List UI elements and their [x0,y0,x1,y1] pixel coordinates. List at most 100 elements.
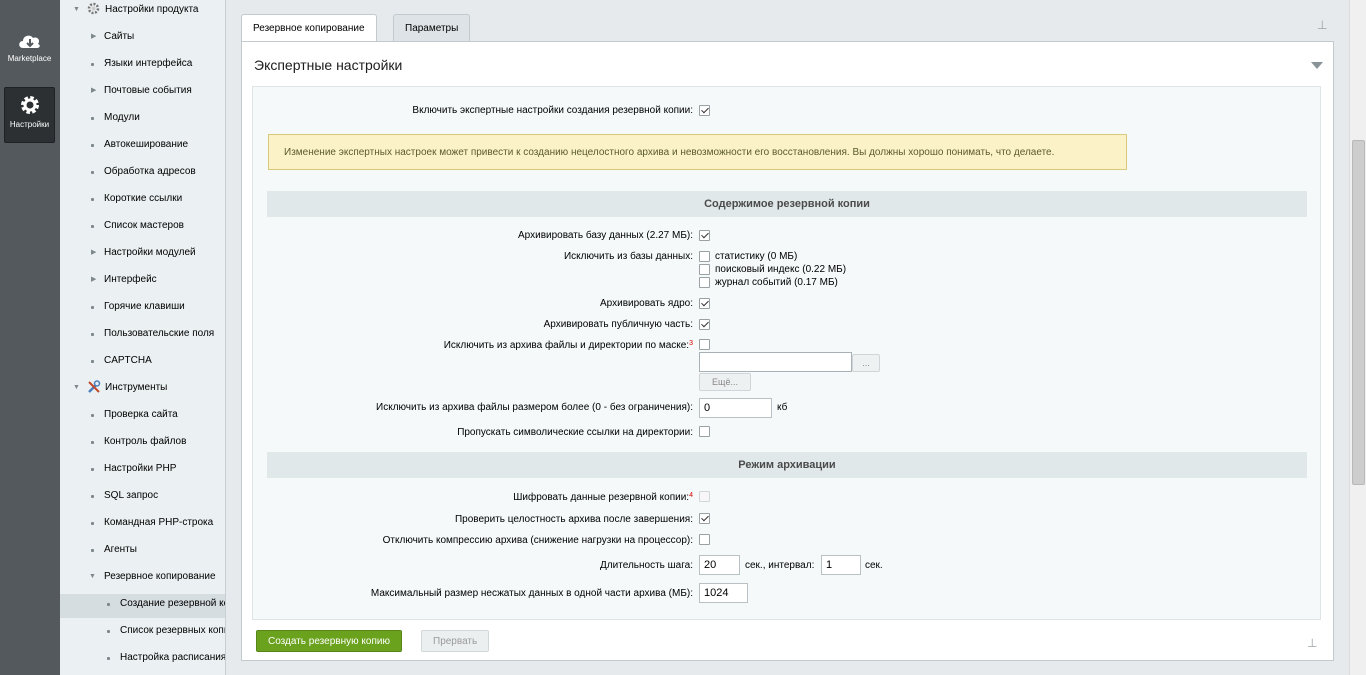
menu-item-module-settings[interactable]: ▶ Настройки модулей [60,243,225,270]
exclude-size-unit: кб [777,402,788,413]
menu-item-label: SQL запрос [104,490,159,501]
menu-item-sql-query[interactable]: SQL запрос [60,486,225,513]
bullet-icon [91,306,94,309]
menu-item-product-settings[interactable]: ▼ Настройки продукта [60,0,225,27]
archive-db-checkbox[interactable] [699,230,710,241]
browse-button[interactable]: ... [852,354,880,372]
menu-item-site-check[interactable]: Проверка сайта [60,405,225,432]
skip-symlinks-checkbox[interactable] [699,426,710,437]
max-size-input[interactable]: 1024 [699,583,748,603]
exclude-size-label: Исключить из архива файлы размером более… [376,402,693,413]
menu-item-label: Проверка сайта [104,409,178,420]
menu-item-label: Агенты [104,544,137,555]
chevron-right-icon: ▶ [91,276,97,283]
archive-core-checkbox[interactable] [699,298,710,309]
exclude-mask-checkbox[interactable] [699,339,710,350]
encrypt-checkbox[interactable] [699,491,710,502]
chevron-right-icon: ▶ [91,87,97,94]
interval-label: сек., интервал: [745,560,815,571]
menu-item-label: Горячие клавиши [104,301,185,312]
section-header-content: Содержимое резервной копии [267,191,1307,217]
bullet-icon [91,225,94,228]
chevron-down-icon: ▼ [89,573,96,580]
menu-item-wizards[interactable]: Список мастеров [60,216,225,243]
menu-item-captcha[interactable]: CAPTCHA [60,351,225,378]
pin-icon[interactable]: ⊥ [1307,636,1317,650]
exclude-log-checkbox[interactable] [699,277,710,288]
more-button[interactable]: Ещё... [699,373,751,391]
disable-compress-checkbox[interactable] [699,534,710,545]
chevron-right-icon: ▶ [91,33,97,40]
section-header-mode: Режим архивации [267,452,1307,478]
menu-item-php-console[interactable]: Командная PHP-строка [60,513,225,540]
check-integrity-checkbox[interactable] [699,513,710,524]
menu-item-create-backup[interactable]: Создание резервной копии [60,594,225,618]
menu-item-backup-list[interactable]: Список резервных копий [60,621,226,648]
exclude-size-input[interactable]: 0 [699,398,772,418]
interval-input[interactable]: 1 [821,555,861,575]
chevron-down-icon: ▼ [73,384,80,391]
menu-item-label: Короткие ссылки [104,193,183,204]
cloud-download-icon [18,35,40,48]
create-backup-button[interactable]: Создать резервную копию [256,630,402,652]
menu-item-interface[interactable]: ▶ Интерфейс [60,270,225,297]
menu-item-languages[interactable]: Языки интерфейса [60,54,225,81]
bullet-icon [91,333,94,336]
exclude-stats-checkbox[interactable] [699,251,710,262]
menu-item-label: Создание резервной копии [120,598,225,609]
menu-item-tools[interactable]: ▼ Инструменты [60,378,225,405]
settings-button[interactable]: Настройки [4,87,55,143]
menu-item-label: Командная PHP-строка [104,517,214,528]
menu-item-file-control[interactable]: Контроль файлов [60,432,225,459]
collapse-icon[interactable] [1311,62,1323,69]
menu-item-sites[interactable]: ▶ Сайты [60,27,225,54]
settings-label: Настройки [9,120,50,129]
step-duration-input[interactable]: 20 [699,555,740,575]
abort-button[interactable]: Прервать [421,630,490,652]
menu-item-label: Интерфейс [104,274,157,285]
bullet-icon [91,144,94,147]
menu-item-mail-events[interactable]: ▶ Почтовые события [60,81,225,108]
menu-item-label: Список мастеров [104,220,184,231]
menu-item-modules[interactable]: Модули [60,108,225,135]
bullet-icon [107,657,110,660]
exclude-log-label: журнал событий (0.17 МБ) [715,277,838,288]
menu-item-label: CAPTCHA [104,355,152,366]
menu-item-backup[interactable]: ▼ Резервное копирование [60,567,225,594]
expert-settings-checkbox[interactable] [699,105,710,116]
tab-parameters[interactable]: Параметры [393,14,471,42]
tab-backup[interactable]: Резервное копирование [241,14,377,42]
marketplace-button[interactable]: Marketplace [4,26,55,82]
exclude-mask-input[interactable] [699,352,852,372]
menu-item-autocache[interactable]: Автокеширование [60,135,225,162]
menu-item-label: Сайты [104,31,135,42]
page-scrollbar[interactable] [1349,0,1366,675]
bullet-icon [91,360,94,363]
expert-settings-label: Включить экспертные настройки создания р… [412,105,693,116]
bullet-icon [91,549,94,552]
menu-item-php-settings[interactable]: Настройки PHP [60,459,225,486]
bullet-icon [91,198,94,201]
menu-item-short-links[interactable]: Короткие ссылки [60,189,225,216]
menu-item-user-fields[interactable]: Пользовательские поля [60,324,225,351]
settings-panel: Экспертные настройки Включить экспертные… [241,41,1334,661]
menu-item-hotkeys[interactable]: Горячие клавиши [60,297,225,324]
settings-form: Включить экспертные настройки создания р… [252,86,1321,620]
scrollbar-thumb[interactable] [1352,140,1365,485]
pin-icon[interactable]: ⊥ [1317,18,1327,32]
menu-item-label: Модули [104,112,140,123]
archive-public-label: Архивировать публичную часть: [543,319,693,330]
menu-item-label: Настройка расписания [120,652,226,663]
menu-item-label: Список резервных копий [120,625,226,636]
panel-title: Экспертные настройки [254,57,403,73]
menu-item-url-processing[interactable]: Обработка адресов [60,162,225,189]
archive-public-checkbox[interactable] [699,319,710,330]
menu-item-agents[interactable]: Агенты [60,540,225,567]
skip-symlinks-label: Пропускать символические ссылки на дирек… [457,427,693,438]
menu-item-label: Контроль файлов [104,436,187,447]
footnote-marker: 4 [689,492,693,499]
exclude-search-checkbox[interactable] [699,264,710,275]
menu-item-label: Настройки продукта [105,4,199,15]
menu-item-schedule[interactable]: Настройка расписания [60,648,226,675]
bullet-icon [91,441,94,444]
